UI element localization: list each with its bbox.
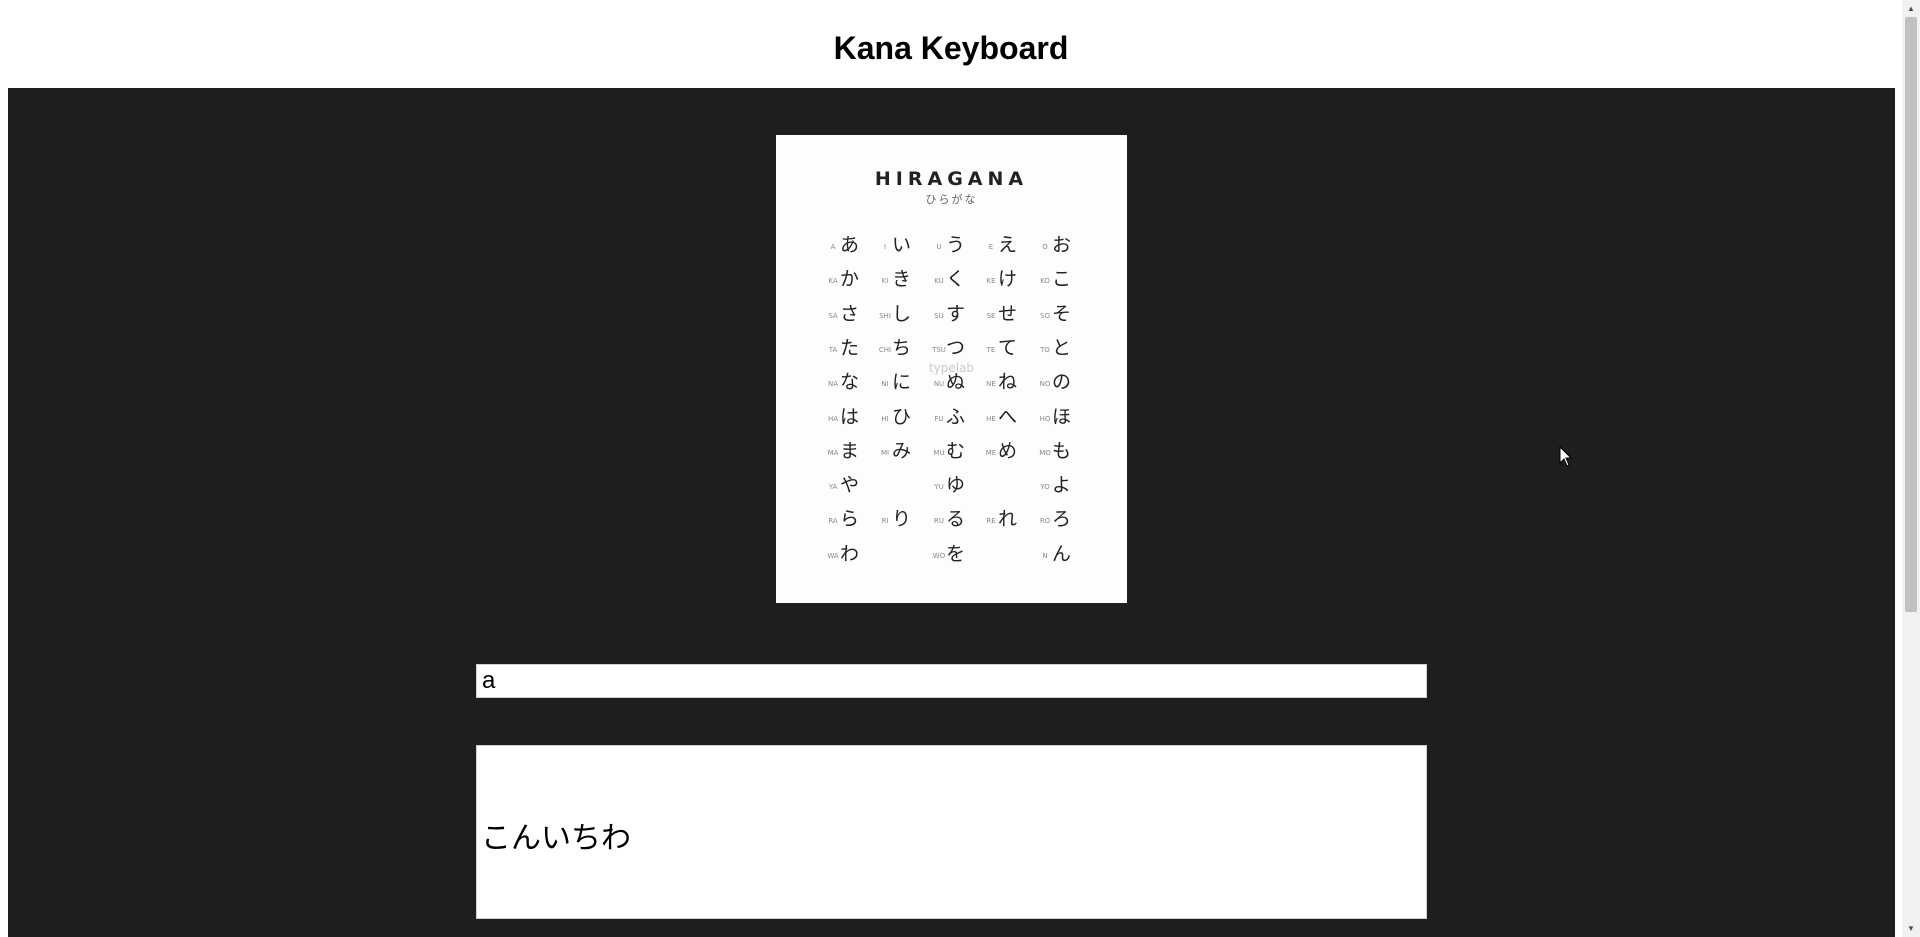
kana-cell: SHI し	[876, 298, 928, 332]
kana-character: さ	[840, 302, 860, 325]
kana-character: も	[1052, 439, 1072, 462]
kana-cell: YA や	[824, 469, 876, 503]
kana-cell: SU す	[930, 298, 982, 332]
kana-character: お	[1052, 234, 1072, 256]
kana-cell: Oお	[1036, 229, 1088, 263]
kana-character: こ	[1052, 268, 1072, 291]
kana-cell: HI ひ	[876, 401, 928, 435]
kana-cell: Aあ	[824, 229, 876, 263]
kana-character: せ	[998, 302, 1018, 325]
kana-character: る	[946, 508, 966, 531]
kana-character: そ	[1052, 302, 1072, 325]
kana-cell: RA ら	[824, 503, 876, 537]
page-title: Kana Keyboard	[833, 30, 1069, 66]
page-header: Kana Keyboard	[0, 0, 1902, 88]
kana-cell: HO ほ	[1036, 401, 1088, 435]
kana-character: け	[998, 268, 1018, 291]
kana-cell: KI き	[876, 263, 928, 297]
kana-character: は	[840, 405, 860, 428]
kana-character: ん	[1052, 542, 1072, 565]
kana-cell: MO も	[1036, 435, 1088, 469]
kana-character: ほ	[1052, 405, 1072, 428]
kana-character: き	[892, 268, 912, 291]
kana-cell: MA ま	[824, 435, 876, 469]
kana-character: ひ	[892, 405, 912, 428]
kana-cell: YU ゆ	[930, 469, 982, 503]
kana-cell: RO ろ	[1036, 503, 1088, 537]
romaji-input[interactable]	[476, 664, 1427, 698]
kana-character: り	[892, 508, 912, 531]
kana-cell: KU く	[930, 263, 982, 297]
kana-cell: KA か	[824, 263, 876, 297]
kana-cell: WO を	[930, 538, 982, 572]
scroll-down-arrow-icon[interactable]: ▼	[1902, 920, 1920, 937]
kana-character: れ	[998, 508, 1018, 531]
kana-character: ち	[892, 336, 912, 359]
kana-character: ら	[840, 508, 860, 531]
hiragana-chart-image: HIRAGANA ひらがな A あ I い U う E え O お KA か KI き KU く KE け KO こ S…	[776, 135, 1127, 603]
kana-cell: MI み	[876, 435, 928, 469]
kana-character: を	[946, 542, 966, 565]
kana-cell: HE へ	[982, 401, 1034, 435]
kana-character: て	[998, 336, 1018, 359]
kana-character: と	[1052, 336, 1072, 359]
kana-cell: Iい	[876, 229, 928, 263]
mouse-pointer-icon	[1559, 446, 1573, 467]
kana-character: す	[946, 302, 966, 325]
kana-cell: Eえ	[982, 229, 1034, 263]
kana-character: ゆ	[946, 474, 966, 497]
kana-grid: A あ I い U う E え O お KA か KI き KU く KE け KO こ SA さ SHI し SU す SE せ SO…	[824, 229, 1088, 573]
kana-cell: MU む	[930, 435, 982, 469]
chart-title: HIRAGANA	[874, 168, 1029, 190]
kana-character: い	[892, 234, 912, 256]
scroll-up-arrow-icon[interactable]: ▲	[1902, 0, 1920, 17]
kana-character: ま	[840, 439, 860, 462]
kana-character: た	[840, 336, 860, 359]
scroll-thumb[interactable]	[1905, 17, 1917, 612]
kana-cell: WA わ	[824, 538, 876, 572]
kana-cell: YO よ	[1036, 469, 1088, 503]
chart-watermark: typelab	[928, 361, 975, 375]
kana-cell: Nん	[1036, 538, 1088, 572]
kana-character: く	[946, 268, 966, 291]
kana-cell: RU る	[930, 503, 982, 537]
kana-character: よ	[1052, 474, 1072, 497]
kana-character: め	[998, 439, 1018, 462]
kana-cell: Uう	[930, 229, 982, 263]
kana-cell: SE せ	[982, 298, 1034, 332]
kana-character: へ	[998, 405, 1018, 428]
kana-cell: ME め	[982, 435, 1034, 469]
kana-cell: RE れ	[982, 503, 1034, 537]
kana-cell: KO こ	[1036, 263, 1088, 297]
kana-output-box[interactable]: こんいちわ	[476, 745, 1427, 919]
kana-character: み	[892, 439, 912, 462]
kana-cell: SA さ	[824, 298, 876, 332]
kana-cell: HA は	[824, 401, 876, 435]
kana-character: あ	[840, 234, 860, 256]
kana-character: ふ	[946, 405, 966, 428]
kana-character: ろ	[1052, 508, 1072, 531]
kana-character: か	[840, 268, 860, 291]
kana-character: う	[946, 234, 966, 256]
kana-character: え	[998, 234, 1018, 256]
kana-output-text: こんいちわ	[481, 821, 631, 856]
kana-cell: SO そ	[1036, 298, 1088, 332]
kana-character: む	[946, 439, 966, 462]
kana-cell: KE け	[982, 263, 1034, 297]
kana-character: わ	[840, 542, 860, 565]
kana-cell: RI り	[876, 503, 928, 537]
kana-character: や	[840, 474, 860, 497]
kana-cell: FU ふ	[930, 401, 982, 435]
chart-subtitle: ひらがな	[925, 193, 978, 206]
kana-character: し	[892, 302, 912, 325]
kana-character: つ	[946, 336, 966, 359]
vertical-scrollbar[interactable]: ▲ ▼	[1902, 0, 1920, 937]
